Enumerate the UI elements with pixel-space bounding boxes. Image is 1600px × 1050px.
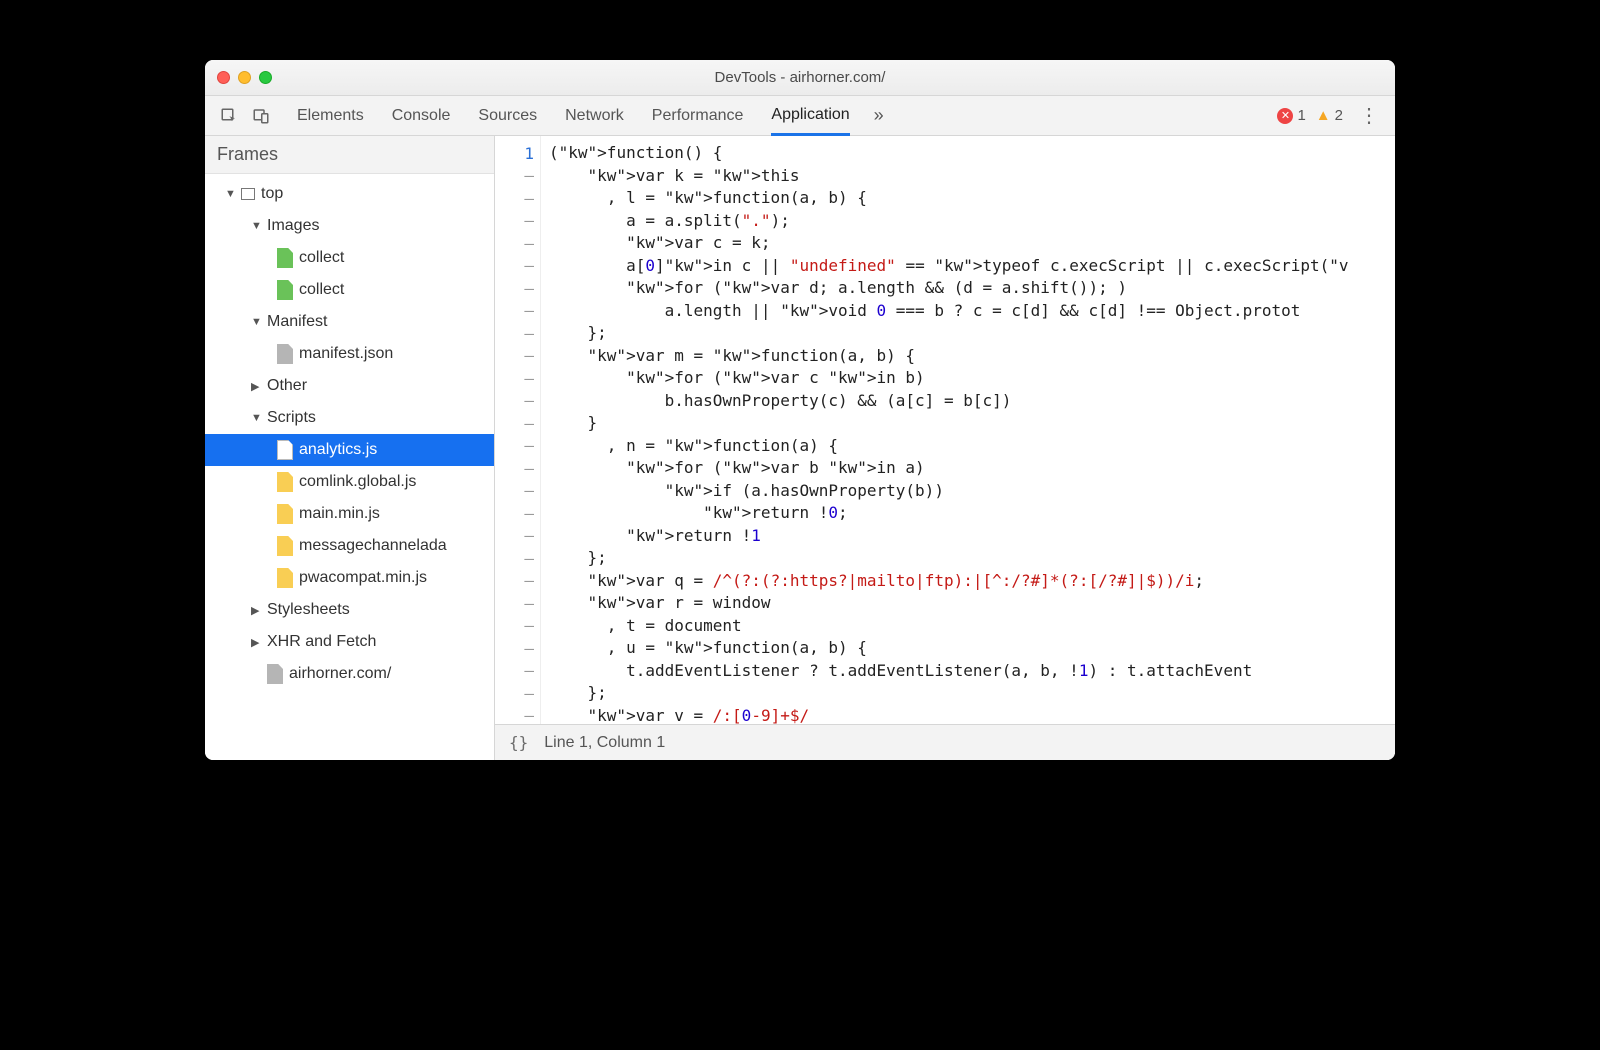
tree-item-script-selected[interactable]: analytics.js — [205, 434, 494, 466]
chevron-down-icon: ▼ — [251, 412, 261, 424]
frames-tree: ▼ top ▼ Images collect collect ▼ — [205, 174, 494, 760]
script-file-icon — [277, 504, 293, 524]
tree-label: Scripts — [267, 409, 316, 427]
tree-label: main.min.js — [299, 505, 380, 523]
tree-group-other[interactable]: ▶ Other — [205, 370, 494, 402]
tab-sources[interactable]: Sources — [478, 96, 537, 135]
maximize-icon[interactable] — [259, 71, 272, 84]
code-content[interactable]: ("kw">function() { "kw">var k = "kw">thi… — [541, 136, 1395, 724]
tree-label: messagechannelada — [299, 537, 447, 555]
chevron-right-icon: ▶ — [251, 604, 261, 617]
tree-item-manifest[interactable]: manifest.json — [205, 338, 494, 370]
tree-label: collect — [299, 249, 344, 267]
tree-item-script[interactable]: comlink.global.js — [205, 466, 494, 498]
tree-label: analytics.js — [299, 441, 377, 459]
image-file-icon — [277, 280, 293, 300]
source-editor: 1––––––––––––––––––––––––– ("kw">functio… — [495, 136, 1395, 760]
tree-top-frame[interactable]: ▼ top — [205, 178, 494, 210]
frames-sidebar: Frames ▼ top ▼ Images collect colle — [205, 136, 495, 760]
script-file-icon — [277, 536, 293, 556]
tree-label: manifest.json — [299, 345, 393, 363]
tab-network[interactable]: Network — [565, 96, 624, 135]
line-gutter: 1––––––––––––––––––––––––– — [495, 136, 541, 724]
error-count-value: 1 — [1297, 107, 1305, 124]
chevron-right-icon: ▶ — [251, 380, 261, 393]
tree-group-images[interactable]: ▼ Images — [205, 210, 494, 242]
error-count[interactable]: ✕ 1 — [1277, 107, 1305, 124]
chevron-right-icon: ▶ — [251, 636, 261, 649]
tree-group-stylesheets[interactable]: ▶ Stylesheets — [205, 594, 494, 626]
inspect-icon[interactable] — [215, 107, 243, 125]
file-icon — [277, 344, 293, 364]
image-file-icon — [277, 248, 293, 268]
tab-performance[interactable]: Performance — [652, 96, 744, 135]
panel-tabs: Elements Console Sources Network Perform… — [297, 96, 850, 135]
tree-label: Other — [267, 377, 307, 395]
pretty-print-icon[interactable]: {} — [509, 733, 528, 752]
tree-group-scripts[interactable]: ▼ Scripts — [205, 402, 494, 434]
traffic-lights — [217, 71, 272, 84]
sidebar-header: Frames — [205, 136, 494, 174]
file-icon — [267, 664, 283, 684]
chevron-down-icon: ▼ — [251, 316, 261, 328]
tree-label: Images — [267, 217, 319, 235]
warning-count-value: 2 — [1335, 107, 1343, 124]
titlebar: DevTools - airhorner.com/ — [205, 60, 1395, 96]
tree-item-script[interactable]: messagechannelada — [205, 530, 494, 562]
devtools-window: DevTools - airhorner.com/ Elements Conso… — [205, 60, 1395, 760]
script-file-icon — [277, 472, 293, 492]
tree-item-image[interactable]: collect — [205, 242, 494, 274]
close-icon[interactable] — [217, 71, 230, 84]
tab-application[interactable]: Application — [771, 97, 849, 136]
cursor-position: Line 1, Column 1 — [544, 734, 665, 752]
tree-label: collect — [299, 281, 344, 299]
device-toolbar-icon[interactable] — [247, 107, 275, 125]
tab-console[interactable]: Console — [392, 96, 451, 135]
warning-count[interactable]: ▲ 2 — [1316, 107, 1343, 124]
minimize-icon[interactable] — [238, 71, 251, 84]
script-file-icon — [277, 440, 293, 460]
tree-label: XHR and Fetch — [267, 633, 376, 651]
tree-label: Manifest — [267, 313, 327, 331]
chevron-down-icon: ▼ — [225, 188, 235, 200]
main-body: Frames ▼ top ▼ Images collect colle — [205, 136, 1395, 760]
tree-item-script[interactable]: main.min.js — [205, 498, 494, 530]
tree-item-root-file[interactable]: ▶ airhorner.com/ — [205, 658, 494, 690]
tree-group-xhr[interactable]: ▶ XHR and Fetch — [205, 626, 494, 658]
tree-item-script[interactable]: pwacompat.min.js — [205, 562, 494, 594]
code-area[interactable]: 1––––––––––––––––––––––––– ("kw">functio… — [495, 136, 1395, 724]
script-file-icon — [277, 568, 293, 588]
frame-icon — [241, 188, 255, 200]
window-title: DevTools - airhorner.com/ — [205, 69, 1395, 86]
more-tabs-icon[interactable]: » — [874, 105, 884, 126]
tree-group-manifest[interactable]: ▼ Manifest — [205, 306, 494, 338]
chevron-down-icon: ▼ — [251, 220, 261, 232]
tree-label: Stylesheets — [267, 601, 350, 619]
tree-label: airhorner.com/ — [289, 665, 391, 683]
warning-icon: ▲ — [1316, 107, 1331, 124]
tree-item-image[interactable]: collect — [205, 274, 494, 306]
tree-label: pwacompat.min.js — [299, 569, 427, 587]
kebab-menu-icon[interactable]: ⋮ — [1353, 103, 1385, 128]
tree-label: top — [261, 185, 283, 203]
error-icon: ✕ — [1277, 108, 1293, 124]
editor-statusbar: {} Line 1, Column 1 — [495, 724, 1395, 760]
tab-elements[interactable]: Elements — [297, 96, 364, 135]
tabbar: Elements Console Sources Network Perform… — [205, 96, 1395, 136]
tree-label: comlink.global.js — [299, 473, 416, 491]
